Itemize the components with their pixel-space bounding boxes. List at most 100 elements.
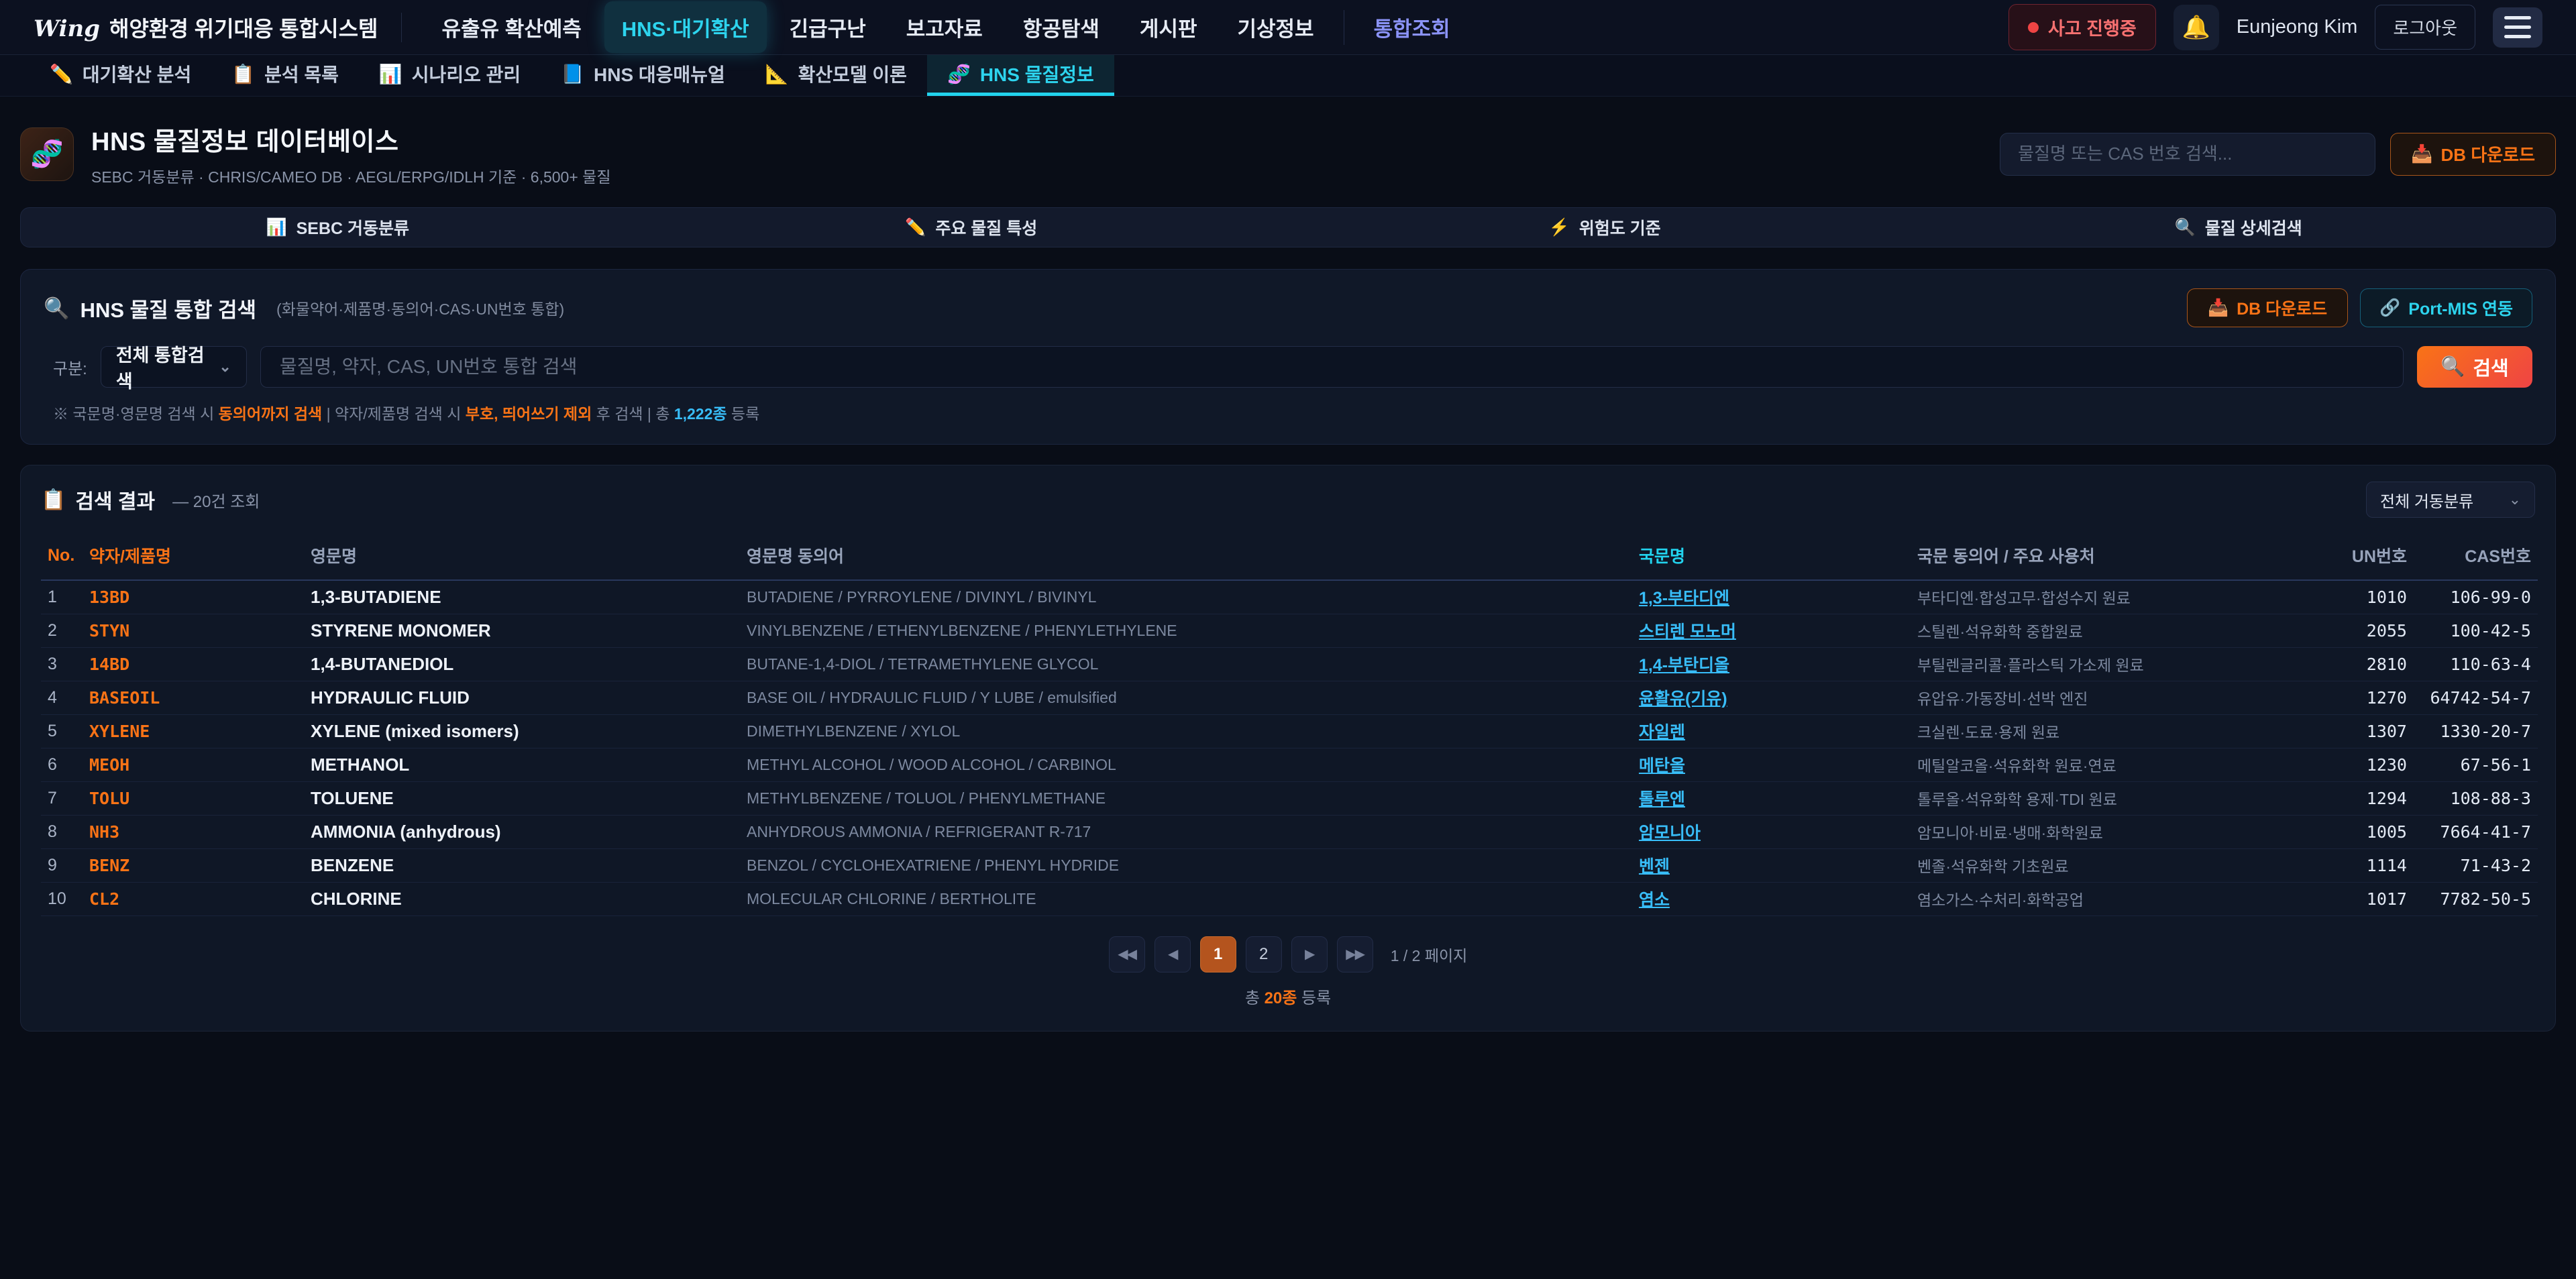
cas-number: 110-63-4 <box>2414 647 2538 681</box>
row-number: 1 <box>41 580 83 614</box>
row-number: 6 <box>41 748 83 781</box>
table-row[interactable]: 4 BASEOIL HYDRAULIC FLUID BASE OIL / HYD… <box>41 681 2538 714</box>
feature-risk-criteria[interactable]: ⚡ 위험도 기준 <box>1288 215 1922 239</box>
tab-hns-response-manual[interactable]: 📘 HNS 대응매뉴얼 <box>541 55 745 96</box>
tab-label: 시나리오 관리 <box>412 60 521 87</box>
nav-emergency-rescue[interactable]: 긴급구난 <box>772 1 883 53</box>
substance-korean-name-link[interactable]: 메탄올 <box>1639 757 1685 775</box>
un-number: 1017 <box>2326 882 2414 915</box>
tab-hns-substance-info[interactable]: 🧬 HNS 물질정보 <box>927 55 1114 96</box>
db-download-button[interactable]: 📥 DB 다운로드 <box>2390 133 2556 176</box>
total-registered: 총 20종 등록 <box>41 985 2535 1008</box>
table-row[interactable]: 9 BENZ BENZENE BENZOL / CYCLOHEXATRIENE … <box>41 848 2538 882</box>
col-cas-number: CAS번호 <box>2414 533 2538 580</box>
substance-korean-name-cell: 자일렌 <box>1632 714 1911 748</box>
search-type-select[interactable]: 전체 통합검색 ⌄ <box>101 346 247 388</box>
nav-aerial-search[interactable]: 항공탐색 <box>1006 1 1117 53</box>
db-download-button[interactable]: 📥 DB 다운로드 <box>2187 288 2348 327</box>
substance-abbr: NH3 <box>83 815 304 848</box>
feature-key-properties[interactable]: ✏️ 주요 물질 특성 <box>655 215 1289 239</box>
bar-chart-icon: 📊 <box>266 218 286 237</box>
search-button[interactable]: 🔍 검색 <box>2417 346 2532 388</box>
divider <box>401 13 402 42</box>
unified-search-input[interactable] <box>260 346 2404 388</box>
table-row[interactable]: 5 XYLENE XYLENE (mixed isomers) DIMETHYL… <box>41 714 2538 748</box>
substance-korean-name-link[interactable]: 스티렌 모노머 <box>1639 622 1736 641</box>
substance-abbr: XYLENE <box>83 714 304 748</box>
search-icon: 🔍 <box>44 296 70 321</box>
substance-english-synonyms: DIMETHYLBENZENE / XYLOL <box>740 714 1632 748</box>
nav-reports[interactable]: 보고자료 <box>889 1 1000 53</box>
nav-oil-spill[interactable]: 유출유 확산예측 <box>425 1 599 53</box>
search-type-value: 전체 통합검색 <box>116 341 219 393</box>
nav-integrated-lookup[interactable]: 통합조회 <box>1356 1 1468 53</box>
table-row[interactable]: 8 NH3 AMMONIA (anhydrous) ANHYDROUS AMMO… <box>41 815 2538 848</box>
substance-korean-name-link[interactable]: 윤활유(기유) <box>1639 689 1727 708</box>
col-korean-synonyms: 국문 동의어 / 주요 사용처 <box>1911 533 2326 580</box>
substance-korean-name-link[interactable]: 톨루엔 <box>1639 790 1685 809</box>
substance-english-synonyms: BASE OIL / HYDRAULIC FLUID / Y LUBE / em… <box>740 681 1632 714</box>
cas-number: 106-99-0 <box>2414 580 2538 614</box>
substance-korean-name-link[interactable]: 1,3-부타디엔 <box>1639 589 1729 608</box>
page-header: 🧬 HNS 물질정보 데이터베이스 SEBC 거동분류 · CHRIS/CAME… <box>0 97 2576 207</box>
substance-korean-name-link[interactable]: 염소 <box>1639 891 1670 909</box>
page-button-1[interactable]: 1 <box>1200 936 1236 972</box>
feature-detail-search[interactable]: 🔍 물질 상세검색 <box>1922 215 2556 239</box>
substance-korean-name-cell: 염소 <box>1632 882 1911 915</box>
status-dot-icon <box>2028 22 2039 33</box>
page-button-2[interactable]: 2 <box>1246 936 1282 972</box>
portmis-link-button[interactable]: 🔗 Port-MIS 연동 <box>2360 288 2532 327</box>
substance-korean-synonyms: 스틸렌·석유화학 중합원료 <box>1911 614 2326 647</box>
prev-page-button[interactable]: ◀ <box>1155 936 1191 972</box>
tab-analysis-list[interactable]: 📋 분석 목록 <box>211 55 359 96</box>
un-number: 1010 <box>2326 580 2414 614</box>
nav-board[interactable]: 게시판 <box>1122 1 1215 53</box>
substance-korean-name-cell: 암모니아 <box>1632 815 1911 848</box>
substance-korean-name-link[interactable]: 벤젠 <box>1639 857 1670 876</box>
bell-icon: 🔔 <box>2182 14 2210 41</box>
substance-abbr: TOLU <box>83 781 304 815</box>
cas-number: 108-88-3 <box>2414 781 2538 815</box>
table-row[interactable]: 6 MEOH METHANOL METHYL ALCOHOL / WOOD AL… <box>41 748 2538 781</box>
substance-korean-name-link[interactable]: 암모니아 <box>1639 824 1701 842</box>
hint-text: 등록 <box>727 405 760 423</box>
clipboard-icon: 📋 <box>231 63 255 85</box>
table-row[interactable]: 3 14BD 1,4-BUTANEDIOL BUTANE-1,4-DIOL / … <box>41 647 2538 681</box>
substance-abbr: MEOH <box>83 748 304 781</box>
hamburger-bar <box>2504 16 2531 19</box>
first-page-button[interactable]: ◀◀ <box>1109 936 1145 972</box>
row-number: 5 <box>41 714 83 748</box>
last-page-button[interactable]: ▶▶ <box>1337 936 1373 972</box>
logout-button[interactable]: 로그아웃 <box>2375 5 2475 50</box>
filter-value: 전체 거동분류 <box>2380 488 2473 512</box>
pencil-icon: ✏️ <box>905 218 926 237</box>
feature-label: 주요 물질 특성 <box>935 215 1037 239</box>
substance-korean-name-link[interactable]: 1,4-부탄디올 <box>1639 656 1729 675</box>
behavior-class-filter-select[interactable]: 전체 거동분류 ⌄ <box>2366 482 2535 518</box>
notifications-button[interactable]: 🔔 <box>2174 5 2219 50</box>
chevron-down-icon: ⌄ <box>2509 491 2521 508</box>
substance-english-synonyms: BUTADIENE / PYRROYLENE / DIVINYL / BIVIN… <box>740 580 1632 614</box>
substance-korean-name-link[interactable]: 자일렌 <box>1639 723 1685 742</box>
tab-dispersion-model-theory[interactable]: 📐 확산모델 이론 <box>745 55 927 96</box>
nav-weather[interactable]: 기상정보 <box>1220 1 1331 53</box>
tab-air-dispersion-analysis[interactable]: ✏️ 대기확산 분석 <box>30 55 211 96</box>
table-row[interactable]: 7 TOLU TOLUENE METHYLBENZENE / TOLUOL / … <box>41 781 2538 815</box>
portmis-label: Port-MIS 연동 <box>2408 296 2513 320</box>
search-icon: 🔍 <box>2440 355 2465 378</box>
hint-highlight: 동의어까지 검색 <box>219 405 323 423</box>
nav-hns-dispersion[interactable]: HNS·대기확산 <box>604 1 767 53</box>
un-number: 2810 <box>2326 647 2414 681</box>
book-icon: 📘 <box>561 63 584 85</box>
substance-english-synonyms: BUTANE-1,4-DIOL / TETRAMETHYLENE GLYCOL <box>740 647 1632 681</box>
table-row[interactable]: 10 CL2 CHLORINE MOLECULAR CHLORINE / BER… <box>41 882 2538 915</box>
quick-search-input[interactable] <box>2000 133 2375 176</box>
hamburger-menu-button[interactable] <box>2493 7 2542 48</box>
table-row[interactable]: 1 13BD 1,3-BUTADIENE BUTADIENE / PYRROYL… <box>41 580 2538 614</box>
table-row[interactable]: 2 STYN STYRENE MONOMER VINYLBENZENE / ET… <box>41 614 2538 647</box>
col-un-number: UN번호 <box>2326 533 2414 580</box>
tab-scenario-management[interactable]: 📊 시나리오 관리 <box>359 55 541 96</box>
next-page-button[interactable]: ▶ <box>1291 936 1328 972</box>
substance-korean-synonyms: 톨루올·석유화학 용제·TDI 원료 <box>1911 781 2326 815</box>
feature-sebc-classification[interactable]: 📊 SEBC 거동분류 <box>21 215 655 239</box>
